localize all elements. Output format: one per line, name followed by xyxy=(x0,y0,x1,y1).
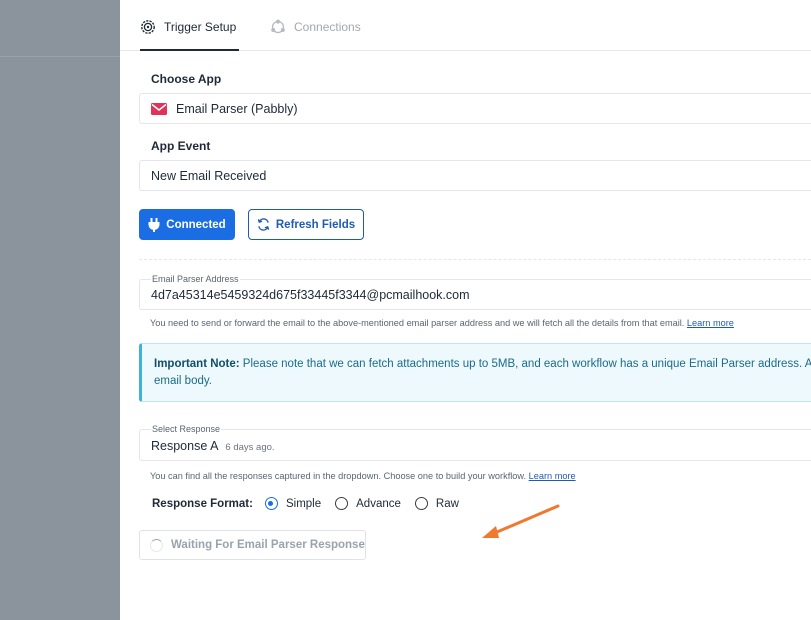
important-note: Important Note: Please note that we can … xyxy=(139,343,811,402)
radio-simple[interactable]: Simple xyxy=(264,497,322,510)
select-response-hint-text: You can find all the responses captured … xyxy=(150,471,529,481)
response-name: Response A xyxy=(151,439,219,453)
important-note-text: Please note that we can fetch attachment… xyxy=(239,358,811,370)
radio-advance[interactable]: Advance xyxy=(335,497,401,510)
app-event-label: App Event xyxy=(151,139,211,153)
refresh-fields-label: Refresh Fields xyxy=(275,218,356,231)
waiting-response-label: Waiting For Email Parser Response xyxy=(171,539,365,551)
app-event-value: New Email Received xyxy=(151,168,267,183)
app-event-select[interactable]: New Email Received xyxy=(139,160,811,191)
radio-raw-indicator[interactable] xyxy=(414,497,428,510)
tab-trigger-setup[interactable]: Trigger Setup xyxy=(140,20,239,51)
radio-advance-label: Advance xyxy=(356,497,401,510)
response-format-group: Response Format: Simple Advance Raw xyxy=(152,497,473,510)
background-overlay xyxy=(0,0,120,620)
select-response-hint: You can find all the responses captured … xyxy=(150,471,576,481)
radio-raw[interactable]: Raw xyxy=(414,497,459,510)
overlay-divider xyxy=(0,56,120,57)
choose-app-select[interactable]: Email Parser (Pabbly) xyxy=(139,93,811,124)
choose-app-value: Email Parser (Pabbly) xyxy=(176,101,298,116)
radio-simple-indicator[interactable] xyxy=(264,497,278,510)
spinner-icon xyxy=(150,538,163,552)
radio-simple-label: Simple xyxy=(285,497,322,510)
learn-more-link[interactable]: Learn more xyxy=(687,318,734,328)
email-parser-address-value: 4d7a45314e5459324d675f33445f3344@pcmailh… xyxy=(151,288,470,302)
select-response-value: Response A 6 days ago. xyxy=(151,439,275,453)
email-parser-address-label: Email Parser Address xyxy=(151,274,240,284)
response-format-label: Response Format: xyxy=(152,497,253,510)
radio-raw-label: Raw xyxy=(435,497,459,510)
refresh-icon xyxy=(257,218,270,231)
email-parser-address-field[interactable]: Email Parser Address 4d7a45314e5459324d6… xyxy=(139,274,811,310)
select-response-dropdown[interactable]: Select Response Response A 6 days ago. xyxy=(139,424,811,461)
tab-bar: Trigger Setup Connections xyxy=(120,0,811,51)
important-note-text-continued: email body. xyxy=(154,375,212,387)
email-parser-hint-text: You need to send or forward the email to… xyxy=(150,318,687,328)
tab-trigger-setup-label: Trigger Setup xyxy=(164,20,237,34)
refresh-fields-button[interactable]: Refresh Fields xyxy=(248,209,364,240)
learn-more-link[interactable]: Learn more xyxy=(529,471,576,481)
important-note-title: Important Note: xyxy=(154,358,240,370)
gear-icon xyxy=(141,20,155,34)
plug-icon xyxy=(148,217,160,232)
select-response-label: Select Response xyxy=(151,424,222,434)
connected-button-label: Connected xyxy=(166,218,226,231)
trigger-panel: Trigger Setup Connections Choose App Ema… xyxy=(120,0,811,620)
connected-button[interactable]: Connected xyxy=(139,209,235,240)
envelope-icon xyxy=(151,102,167,115)
email-parser-hint: You need to send or forward the email to… xyxy=(150,318,734,328)
tab-connections[interactable]: Connections xyxy=(270,19,361,51)
radio-advance-indicator[interactable] xyxy=(335,497,349,510)
annotation-arrow-icon xyxy=(482,504,560,538)
connections-icon xyxy=(271,19,285,34)
tab-connections-label: Connections xyxy=(294,20,361,34)
section-divider xyxy=(139,259,811,260)
choose-app-label: Choose App xyxy=(151,72,222,86)
response-timestamp: 6 days ago. xyxy=(225,442,275,453)
waiting-response-button[interactable]: Waiting For Email Parser Response xyxy=(139,530,366,560)
